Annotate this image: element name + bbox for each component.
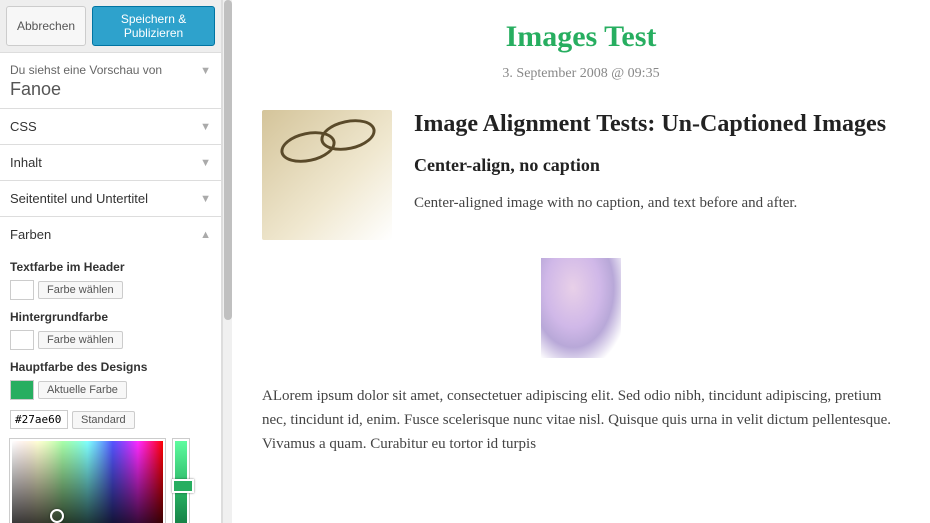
chevron-down-icon: ▼ (200, 65, 211, 77)
accordion-farben: Farben ▲ Textfarbe im Header Farbe wähle… (0, 217, 221, 523)
preview-info[interactable]: Du siehst eine Vorschau von Fanoe ▼ (0, 53, 221, 109)
hex-input[interactable] (10, 410, 68, 429)
accordion-header-inhalt[interactable]: Inhalt ▼ (0, 145, 221, 180)
background-color-row: Farbe wählen (10, 330, 211, 350)
chevron-up-icon: ▲ (200, 229, 211, 241)
save-publish-button[interactable]: Speichern & Publizieren (92, 6, 215, 46)
preview-label: Du siehst eine Vorschau von (10, 63, 211, 77)
accordion-header-farben[interactable]: Farben ▲ (0, 217, 221, 252)
primary-color-row: Aktuelle Farbe (10, 380, 211, 400)
theme-name: Fanoe (10, 79, 211, 100)
customizer-sidebar: Abbrechen Speichern & Publizieren Du sie… (0, 0, 222, 523)
section-heading: Image Alignment Tests: Un-Captioned Imag… (414, 110, 886, 139)
accordion-css: CSS ▼ (0, 109, 221, 145)
background-color-label: Hintergrundfarbe (10, 310, 211, 324)
glasses-image (262, 110, 392, 240)
chevron-down-icon: ▼ (200, 121, 211, 133)
choose-color-button[interactable]: Farbe wählen (38, 281, 123, 299)
header-text-color-label: Textfarbe im Header (10, 260, 211, 274)
post-title: Images Test (262, 20, 900, 54)
color-picker (10, 439, 211, 523)
cancel-button[interactable]: Abbrechen (6, 6, 86, 46)
content-row: Image Alignment Tests: Un-Captioned Imag… (262, 110, 900, 240)
accordion-seitentitel: Seitentitel und Untertitel ▼ (0, 181, 221, 217)
sidebar-header: Abbrechen Speichern & Publizieren (0, 0, 221, 53)
accordion-label: Seitentitel und Untertitel (10, 191, 148, 206)
accordion-label: CSS (10, 119, 37, 134)
header-text-color-row: Farbe wählen (10, 280, 211, 300)
default-color-button[interactable]: Standard (72, 411, 135, 429)
current-color-button[interactable]: Aktuelle Farbe (38, 381, 127, 399)
accordion-label: Farben (10, 227, 51, 242)
accordion-inhalt: Inhalt ▼ (0, 145, 221, 181)
accordion-label: Inhalt (10, 155, 42, 170)
color-picker-saturation[interactable] (10, 439, 165, 523)
content-column: Image Alignment Tests: Un-Captioned Imag… (414, 110, 886, 214)
chevron-down-icon: ▼ (200, 193, 211, 205)
farben-panel: Textfarbe im Header Farbe wählen Hinterg… (0, 252, 221, 523)
preview-pane: Images Test 3. September 2008 @ 09:35 Im… (232, 0, 930, 523)
color-picker-thumb[interactable] (50, 509, 64, 523)
sidebar-scrollbar[interactable] (222, 0, 232, 523)
centered-smoke-image (541, 258, 621, 358)
choose-color-button[interactable]: Farbe wählen (38, 331, 123, 349)
subsection-heading: Center-align, no caption (414, 155, 886, 176)
body-paragraph: ALorem ipsum dolor sit amet, consectetue… (262, 384, 900, 456)
color-swatch-current[interactable] (10, 380, 34, 400)
hue-thumb[interactable] (172, 479, 194, 493)
chevron-down-icon: ▼ (200, 157, 211, 169)
accordion-header-css[interactable]: CSS ▼ (0, 109, 221, 144)
color-picker-hue[interactable] (173, 439, 189, 523)
accordion-header-seitentitel[interactable]: Seitentitel und Untertitel ▼ (0, 181, 221, 216)
scrollbar-thumb[interactable] (224, 0, 232, 320)
primary-color-label: Hauptfarbe des Designs (10, 360, 211, 374)
color-swatch[interactable] (10, 330, 34, 350)
primary-color-hex-row: Standard (10, 410, 211, 429)
intro-text: Center-aligned image with no caption, an… (414, 192, 886, 215)
color-swatch[interactable] (10, 280, 34, 300)
post-meta: 3. September 2008 @ 09:35 (262, 66, 900, 82)
